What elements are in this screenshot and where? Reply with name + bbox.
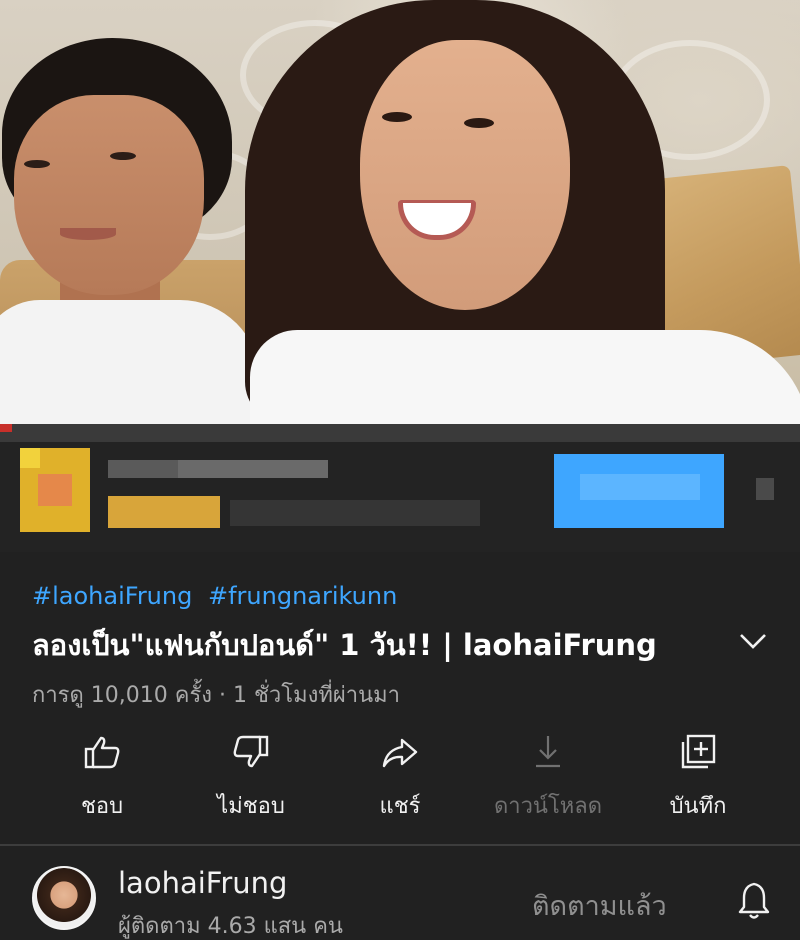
- thumbs-down-icon: [229, 730, 273, 774]
- video-scene: [464, 118, 494, 128]
- expand-description-button[interactable]: [736, 626, 770, 656]
- video-scene: [60, 228, 116, 240]
- like-button[interactable]: ชอบ: [32, 730, 172, 830]
- video-scene: [24, 160, 50, 168]
- ad-banner[interactable]: [0, 424, 800, 552]
- share-icon: [378, 730, 422, 774]
- video-scene: [110, 152, 136, 160]
- video-scene: [382, 112, 412, 122]
- ad-pixel: [20, 448, 40, 468]
- download-icon: [526, 730, 570, 774]
- hashtag-link[interactable]: #frungnarikunn: [208, 582, 397, 610]
- ad-pixel: [230, 500, 480, 526]
- save-to-playlist-icon: [676, 730, 720, 774]
- channel-avatar[interactable]: [32, 866, 96, 930]
- video-player[interactable]: [0, 0, 800, 424]
- subscriber-count: ผู้ติดตาม 4.63 แสน คน: [118, 914, 343, 939]
- thumbs-up-icon: [80, 730, 124, 774]
- ad-pixel: [756, 478, 774, 500]
- download-button[interactable]: ดาวน์โหลด: [478, 730, 618, 830]
- video-scene: [360, 40, 570, 310]
- ad-pixel: [580, 474, 700, 500]
- divider: [0, 844, 800, 846]
- ad-pixel: [108, 496, 220, 528]
- action-bar: ชอบ ไม่ชอบ แชร์ ดาวน์โหลด บันทึก: [0, 730, 800, 830]
- ad-pixel: [0, 424, 12, 432]
- video-scene: [14, 95, 204, 295]
- video-scene: [250, 330, 800, 424]
- ad-pixel: [38, 474, 72, 506]
- save-button[interactable]: บันทึก: [628, 730, 768, 830]
- save-label: บันทึก: [669, 794, 727, 819]
- chevron-down-icon: [740, 634, 766, 649]
- dislike-label: ไม่ชอบ: [217, 794, 285, 819]
- video-title[interactable]: ลองเป็น"แฟนกับปอนด์" 1 วัน!! | laohaiFru…: [32, 622, 722, 668]
- subscribed-button[interactable]: ติดตามแล้ว: [532, 884, 667, 927]
- video-scene: [0, 300, 260, 424]
- ad-pixel: [178, 460, 328, 478]
- notification-bell-button[interactable]: [734, 878, 774, 922]
- like-label: ชอบ: [80, 794, 124, 819]
- share-button[interactable]: แชร์: [330, 730, 470, 830]
- channel-name[interactable]: laohaiFrung: [118, 866, 287, 900]
- video-meta: การดู 10,010 ครั้ง · 1 ชั่วโมงที่ผ่านมา: [32, 683, 400, 708]
- hashtag-link[interactable]: #laohaiFrung: [32, 582, 192, 610]
- download-label: ดาวน์โหลด: [493, 794, 603, 819]
- ad-pixel: [108, 460, 178, 478]
- ad-pixel: [0, 424, 800, 442]
- share-label: แชร์: [379, 794, 421, 819]
- hashtags: #laohaiFrung #frungnarikunn: [32, 582, 397, 610]
- bell-icon: [738, 882, 770, 919]
- dislike-button[interactable]: ไม่ชอบ: [181, 730, 321, 830]
